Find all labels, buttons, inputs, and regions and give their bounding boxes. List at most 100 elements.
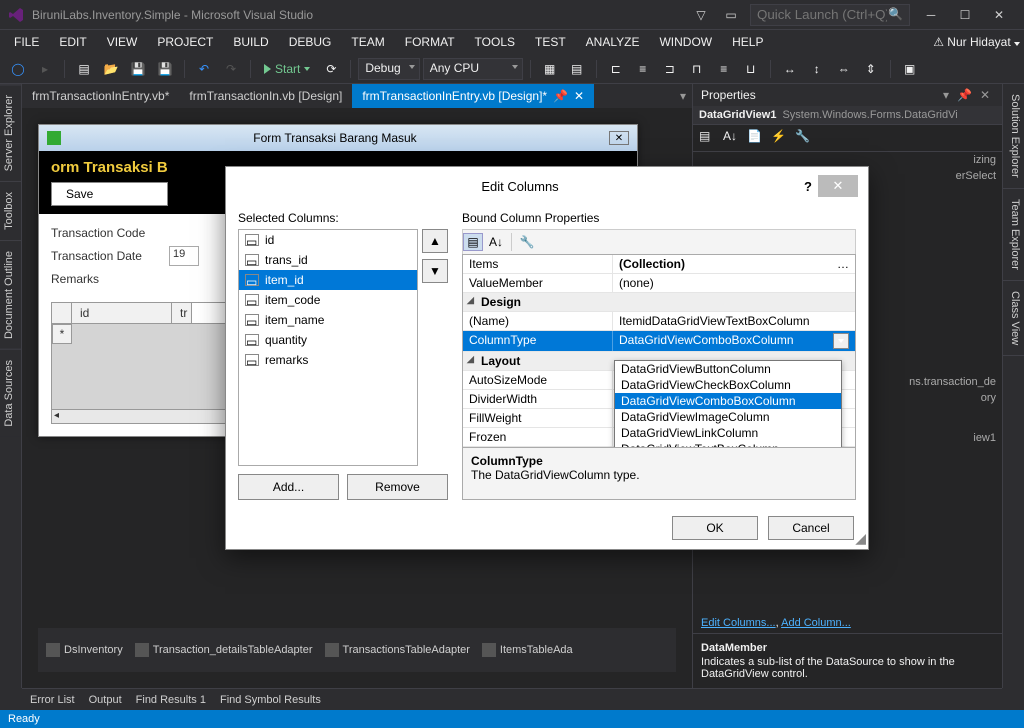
align-center-icon[interactable]: ≡: [631, 58, 655, 80]
align-top-icon[interactable]: ⊓: [685, 58, 709, 80]
ok-button[interactable]: OK: [672, 516, 758, 540]
category-layout[interactable]: Layout: [463, 352, 526, 370]
column-list-item[interactable]: ▭item_code: [239, 290, 417, 310]
save-button[interactable]: 💾: [126, 58, 150, 80]
menu-test[interactable]: TEST: [525, 32, 576, 52]
width-icon[interactable]: ⇔: [832, 58, 856, 80]
tool-tab-solution-explorer[interactable]: Solution Explorer: [1003, 84, 1024, 189]
add-column-button[interactable]: Add...: [238, 474, 339, 500]
category-design[interactable]: Design: [463, 293, 527, 311]
dialog-close-button[interactable]: ✕: [818, 175, 858, 197]
column-list-item[interactable]: ▭quantity: [239, 330, 417, 350]
selected-columns-list[interactable]: ▭id▭trans_id▭item_id▭item_code▭item_name…: [238, 229, 418, 466]
dropdown-option[interactable]: DataGridViewImageColumn: [615, 409, 841, 425]
columntype-dropdown[interactable]: DataGridViewButtonColumnDataGridViewChec…: [614, 360, 842, 448]
tray-component[interactable]: Transaction_detailsTableAdapter: [135, 643, 313, 657]
move-up-button[interactable]: ▲: [422, 229, 448, 253]
align-right-icon[interactable]: ⊐: [658, 58, 682, 80]
feedback-icon[interactable]: ▭: [716, 3, 746, 27]
date-input[interactable]: 19: [169, 246, 199, 266]
bottom-tab[interactable]: Find Symbol Results: [220, 694, 321, 706]
dropdown-button[interactable]: [833, 333, 849, 349]
dropdown-option[interactable]: DataGridViewButtonColumn: [615, 361, 841, 377]
column-list-item[interactable]: ▭id: [239, 230, 417, 250]
vspace-icon[interactable]: ↕: [805, 58, 829, 80]
restore-button[interactable]: ☐: [948, 2, 982, 28]
flag-icon[interactable]: ▽: [686, 3, 716, 27]
grid-col-tr[interactable]: tr: [172, 303, 192, 323]
tool-tab-toolbox[interactable]: Toolbox: [0, 181, 21, 240]
refresh-icon[interactable]: ⟳: [319, 58, 343, 80]
column-property-grid[interactable]: Items(Collection)… ValueMember(none) Des…: [462, 254, 856, 448]
new-project-button[interactable]: ▤: [72, 58, 96, 80]
edit-columns-link[interactable]: Edit Columns...: [701, 617, 776, 629]
align-icon[interactable]: ▤: [565, 58, 589, 80]
tool-tab-class-view[interactable]: Class View: [1003, 281, 1024, 356]
prop-valuemember-value[interactable]: (none): [613, 274, 855, 292]
bring-front-icon[interactable]: ▣: [898, 58, 922, 80]
config-combo[interactable]: Debug: [358, 58, 419, 80]
align-grid-icon[interactable]: ▦: [538, 58, 562, 80]
align-left-icon[interactable]: ⊏: [604, 58, 628, 80]
grid-col-id[interactable]: id: [72, 303, 172, 323]
column-list-item[interactable]: ▭item_name: [239, 310, 417, 330]
auto-hide-icon[interactable]: ▾: [943, 88, 949, 102]
pin-icon[interactable]: 📌: [957, 88, 972, 102]
tray-component[interactable]: DsInventory: [46, 643, 123, 657]
form-close-icon[interactable]: ✕: [609, 131, 629, 145]
column-list-item[interactable]: ▭item_id: [239, 270, 417, 290]
menu-help[interactable]: HELP: [722, 32, 773, 52]
dropdown-option[interactable]: DataGridViewComboBoxColumn: [615, 393, 841, 409]
dropdown-option[interactable]: DataGridViewCheckBoxColumn: [615, 377, 841, 393]
signed-in-user[interactable]: ⚠ Nur Hidayat: [933, 35, 1020, 49]
menu-format[interactable]: FORMAT: [395, 32, 465, 52]
prop-name-value[interactable]: ItemidDataGridViewTextBoxColumn: [613, 312, 855, 330]
nav-fwd-button[interactable]: ▸: [33, 58, 57, 80]
minimize-button[interactable]: ─: [914, 2, 948, 28]
quick-launch[interactable]: 🔍: [750, 4, 910, 26]
dropdown-option[interactable]: DataGridViewLinkColumn: [615, 425, 841, 441]
column-list-item[interactable]: ▭remarks: [239, 350, 417, 370]
bottom-tab[interactable]: Error List: [30, 694, 75, 706]
property-pages-icon[interactable]: 🔧: [517, 233, 537, 251]
tray-component[interactable]: ItemsTableAda: [482, 643, 573, 657]
platform-combo[interactable]: Any CPU: [423, 58, 523, 80]
menu-analyze[interactable]: ANALYZE: [576, 32, 650, 52]
menu-file[interactable]: FILE: [4, 32, 49, 52]
open-button[interactable]: 📂: [99, 58, 123, 80]
property-pages-icon[interactable]: 🔧: [795, 129, 815, 147]
property-object-selector[interactable]: DataGridView1 System.Windows.Forms.DataG…: [693, 106, 1002, 125]
hspace-icon[interactable]: ↔: [778, 58, 802, 80]
properties-icon[interactable]: 📄: [747, 129, 767, 147]
resize-grip-icon[interactable]: ◢: [855, 530, 866, 547]
menu-edit[interactable]: EDIT: [49, 32, 96, 52]
bottom-tab[interactable]: Find Results 1: [136, 694, 206, 706]
alphabetical-icon[interactable]: A↓: [723, 129, 743, 147]
menu-project[interactable]: PROJECT: [147, 32, 223, 52]
tool-tab-team-explorer[interactable]: Team Explorer: [1003, 189, 1024, 281]
remove-column-button[interactable]: Remove: [347, 474, 448, 500]
prop-items-value[interactable]: (Collection): [619, 257, 685, 271]
tool-tab-document-outline[interactable]: Document Outline: [0, 240, 21, 349]
column-list-item[interactable]: ▭trans_id: [239, 250, 417, 270]
save-button-ctl[interactable]: Save: [51, 182, 168, 206]
categorized-icon[interactable]: ▤: [463, 233, 483, 251]
start-debug-button[interactable]: Start: [258, 60, 316, 78]
help-icon[interactable]: ?: [804, 179, 812, 194]
document-tab[interactable]: frmTransactionIn.vb [Design]: [179, 84, 352, 108]
document-tab[interactable]: frmTransactionInEntry.vb*: [22, 84, 179, 108]
tray-component[interactable]: TransactionsTableAdapter: [325, 643, 470, 657]
alphabetical-icon[interactable]: A↓: [486, 233, 506, 251]
close-button[interactable]: ✕: [982, 2, 1016, 28]
tool-tab-data-sources[interactable]: Data Sources: [0, 349, 21, 437]
menu-tools[interactable]: TOOLS: [465, 32, 525, 52]
nav-back-button[interactable]: ◯: [6, 58, 30, 80]
menu-window[interactable]: WINDOW: [649, 32, 722, 52]
save-all-button[interactable]: 💾: [153, 58, 177, 80]
document-tab[interactable]: frmTransactionInEntry.vb [Design]*📌✕: [352, 84, 594, 108]
undo-button[interactable]: ↶: [192, 58, 216, 80]
menu-team[interactable]: TEAM: [341, 32, 394, 52]
menu-build[interactable]: BUILD: [223, 32, 278, 52]
events-icon[interactable]: ⚡: [771, 129, 791, 147]
prop-columntype-value[interactable]: DataGridViewComboBoxColumn: [613, 331, 855, 351]
